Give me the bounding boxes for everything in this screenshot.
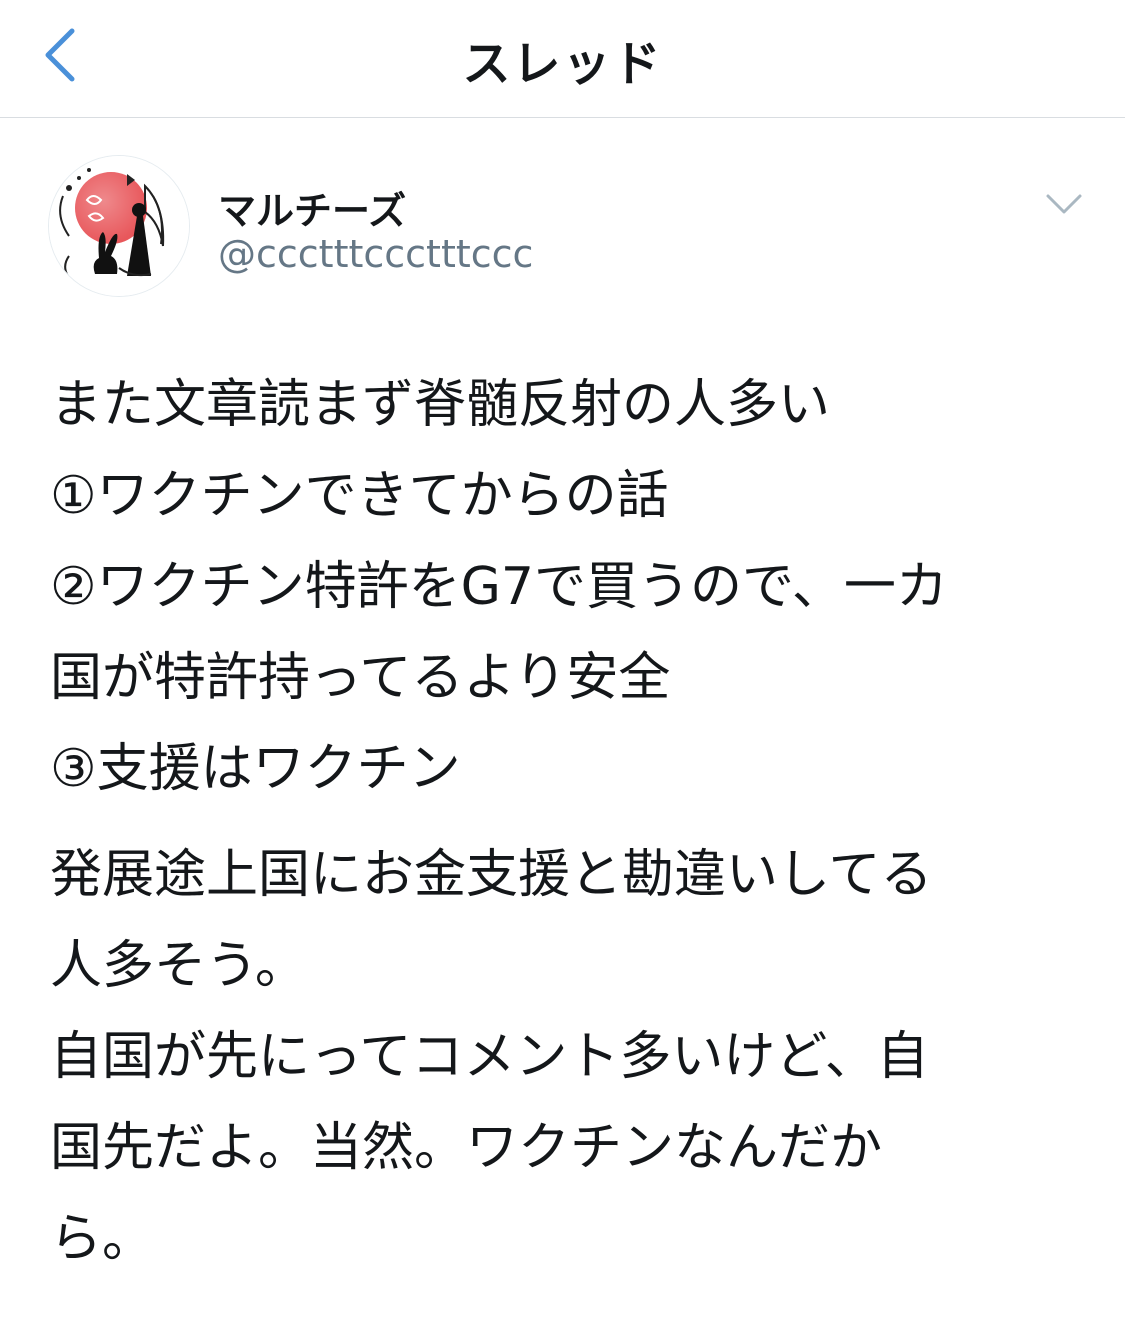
display-name[interactable]: マルチーズ xyxy=(218,180,406,235)
tweet-line: 自国が先にってコメント多いけど、自 xyxy=(50,1027,929,1087)
tweet-line: ②ワクチン特許をG7で買うので、一カ xyxy=(50,557,948,617)
avatar-image xyxy=(49,156,189,296)
page-title: スレッド xyxy=(462,36,663,92)
tweet-line: 発展途上国にお金支援と勘違いしてる xyxy=(50,845,933,905)
tweet-line: ①ワクチンできてからの話 xyxy=(50,466,669,526)
avatar[interactable] xyxy=(48,155,190,297)
tweet-menu-button[interactable] xyxy=(1036,184,1092,224)
tweet-line: 人多そう。 xyxy=(50,936,307,996)
tweet-line: 国先だよ。当然。ワクチンなんだか xyxy=(50,1118,883,1178)
tweet-text: また文章読まず脊髄反射の人多い ①ワクチンできてからの話 ②ワクチン特許をG7で… xyxy=(50,360,1090,1269)
tweet-paragraph-1: また文章読まず脊髄反射の人多い ①ワクチンできてからの話 ②ワクチン特許をG7で… xyxy=(50,360,1090,815)
navigation-bar: スレッド xyxy=(0,0,1125,118)
tweet-line: 国が特許持ってるより安全 xyxy=(50,648,671,708)
user-handle[interactable]: @ccctttccctttccc xyxy=(218,232,533,276)
tweet-line: また文章読まず脊髄反射の人多い xyxy=(50,375,831,435)
tweet-line: ら。 xyxy=(50,1209,155,1269)
chevron-down-icon xyxy=(1046,194,1082,214)
tweet-header: マルチーズ @ccctttccctttccc xyxy=(0,118,1125,338)
tweet-paragraph-2: 発展途上国にお金支援と勘違いしてる 人多そう。 自国が先にってコメント多いけど、… xyxy=(50,830,1090,1285)
tweet-line: ③支援はワクチン xyxy=(50,739,461,799)
